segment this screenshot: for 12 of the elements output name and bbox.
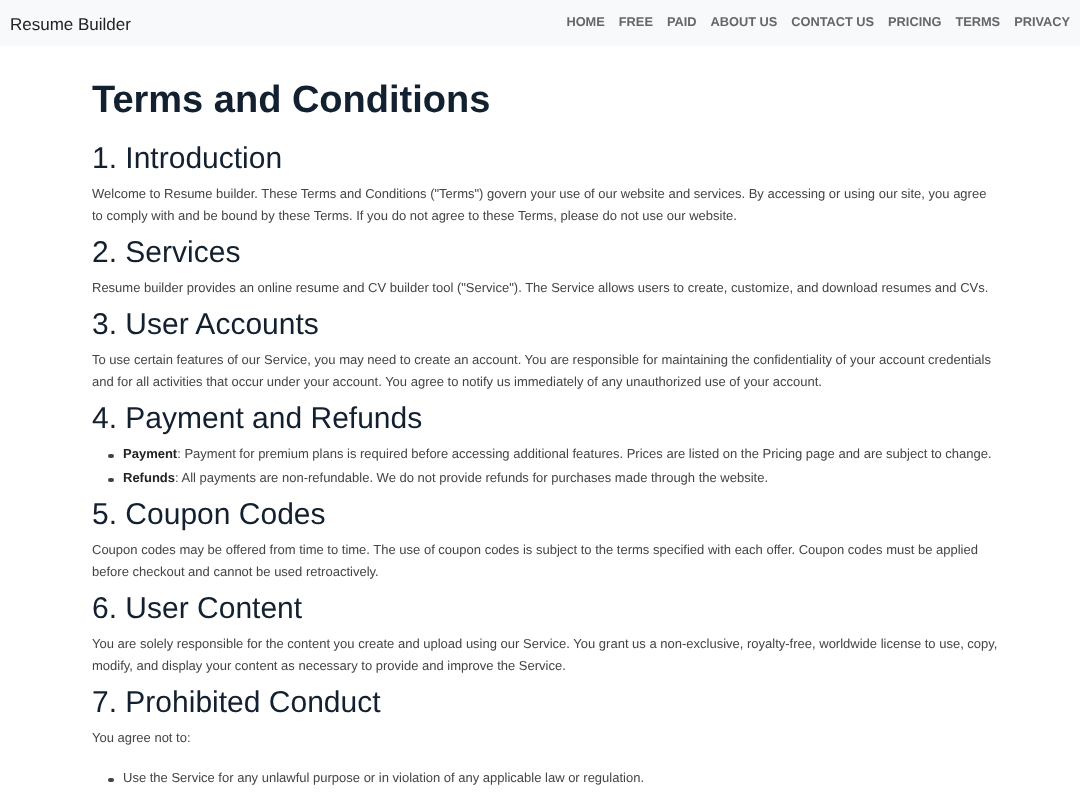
section-heading: 5. Coupon Codes [92,498,328,534]
brand-link[interactable]: Resume Builder [10,13,131,33]
section-heading: 1. Introduction [92,142,285,178]
bullet-icon [108,453,113,458]
bullet-icon [108,477,113,482]
bullet-icon [108,777,113,782]
section-heading: 7. Prohibited Conduct [92,686,383,722]
page-title: Terms and Conditions [92,78,493,126]
section-heading: 4. Payment and Refunds [92,402,425,438]
section-heading: 3. User Accounts [92,308,321,344]
section-heading: 2. Services [92,236,243,272]
section-heading: 6. User Content [92,592,305,628]
